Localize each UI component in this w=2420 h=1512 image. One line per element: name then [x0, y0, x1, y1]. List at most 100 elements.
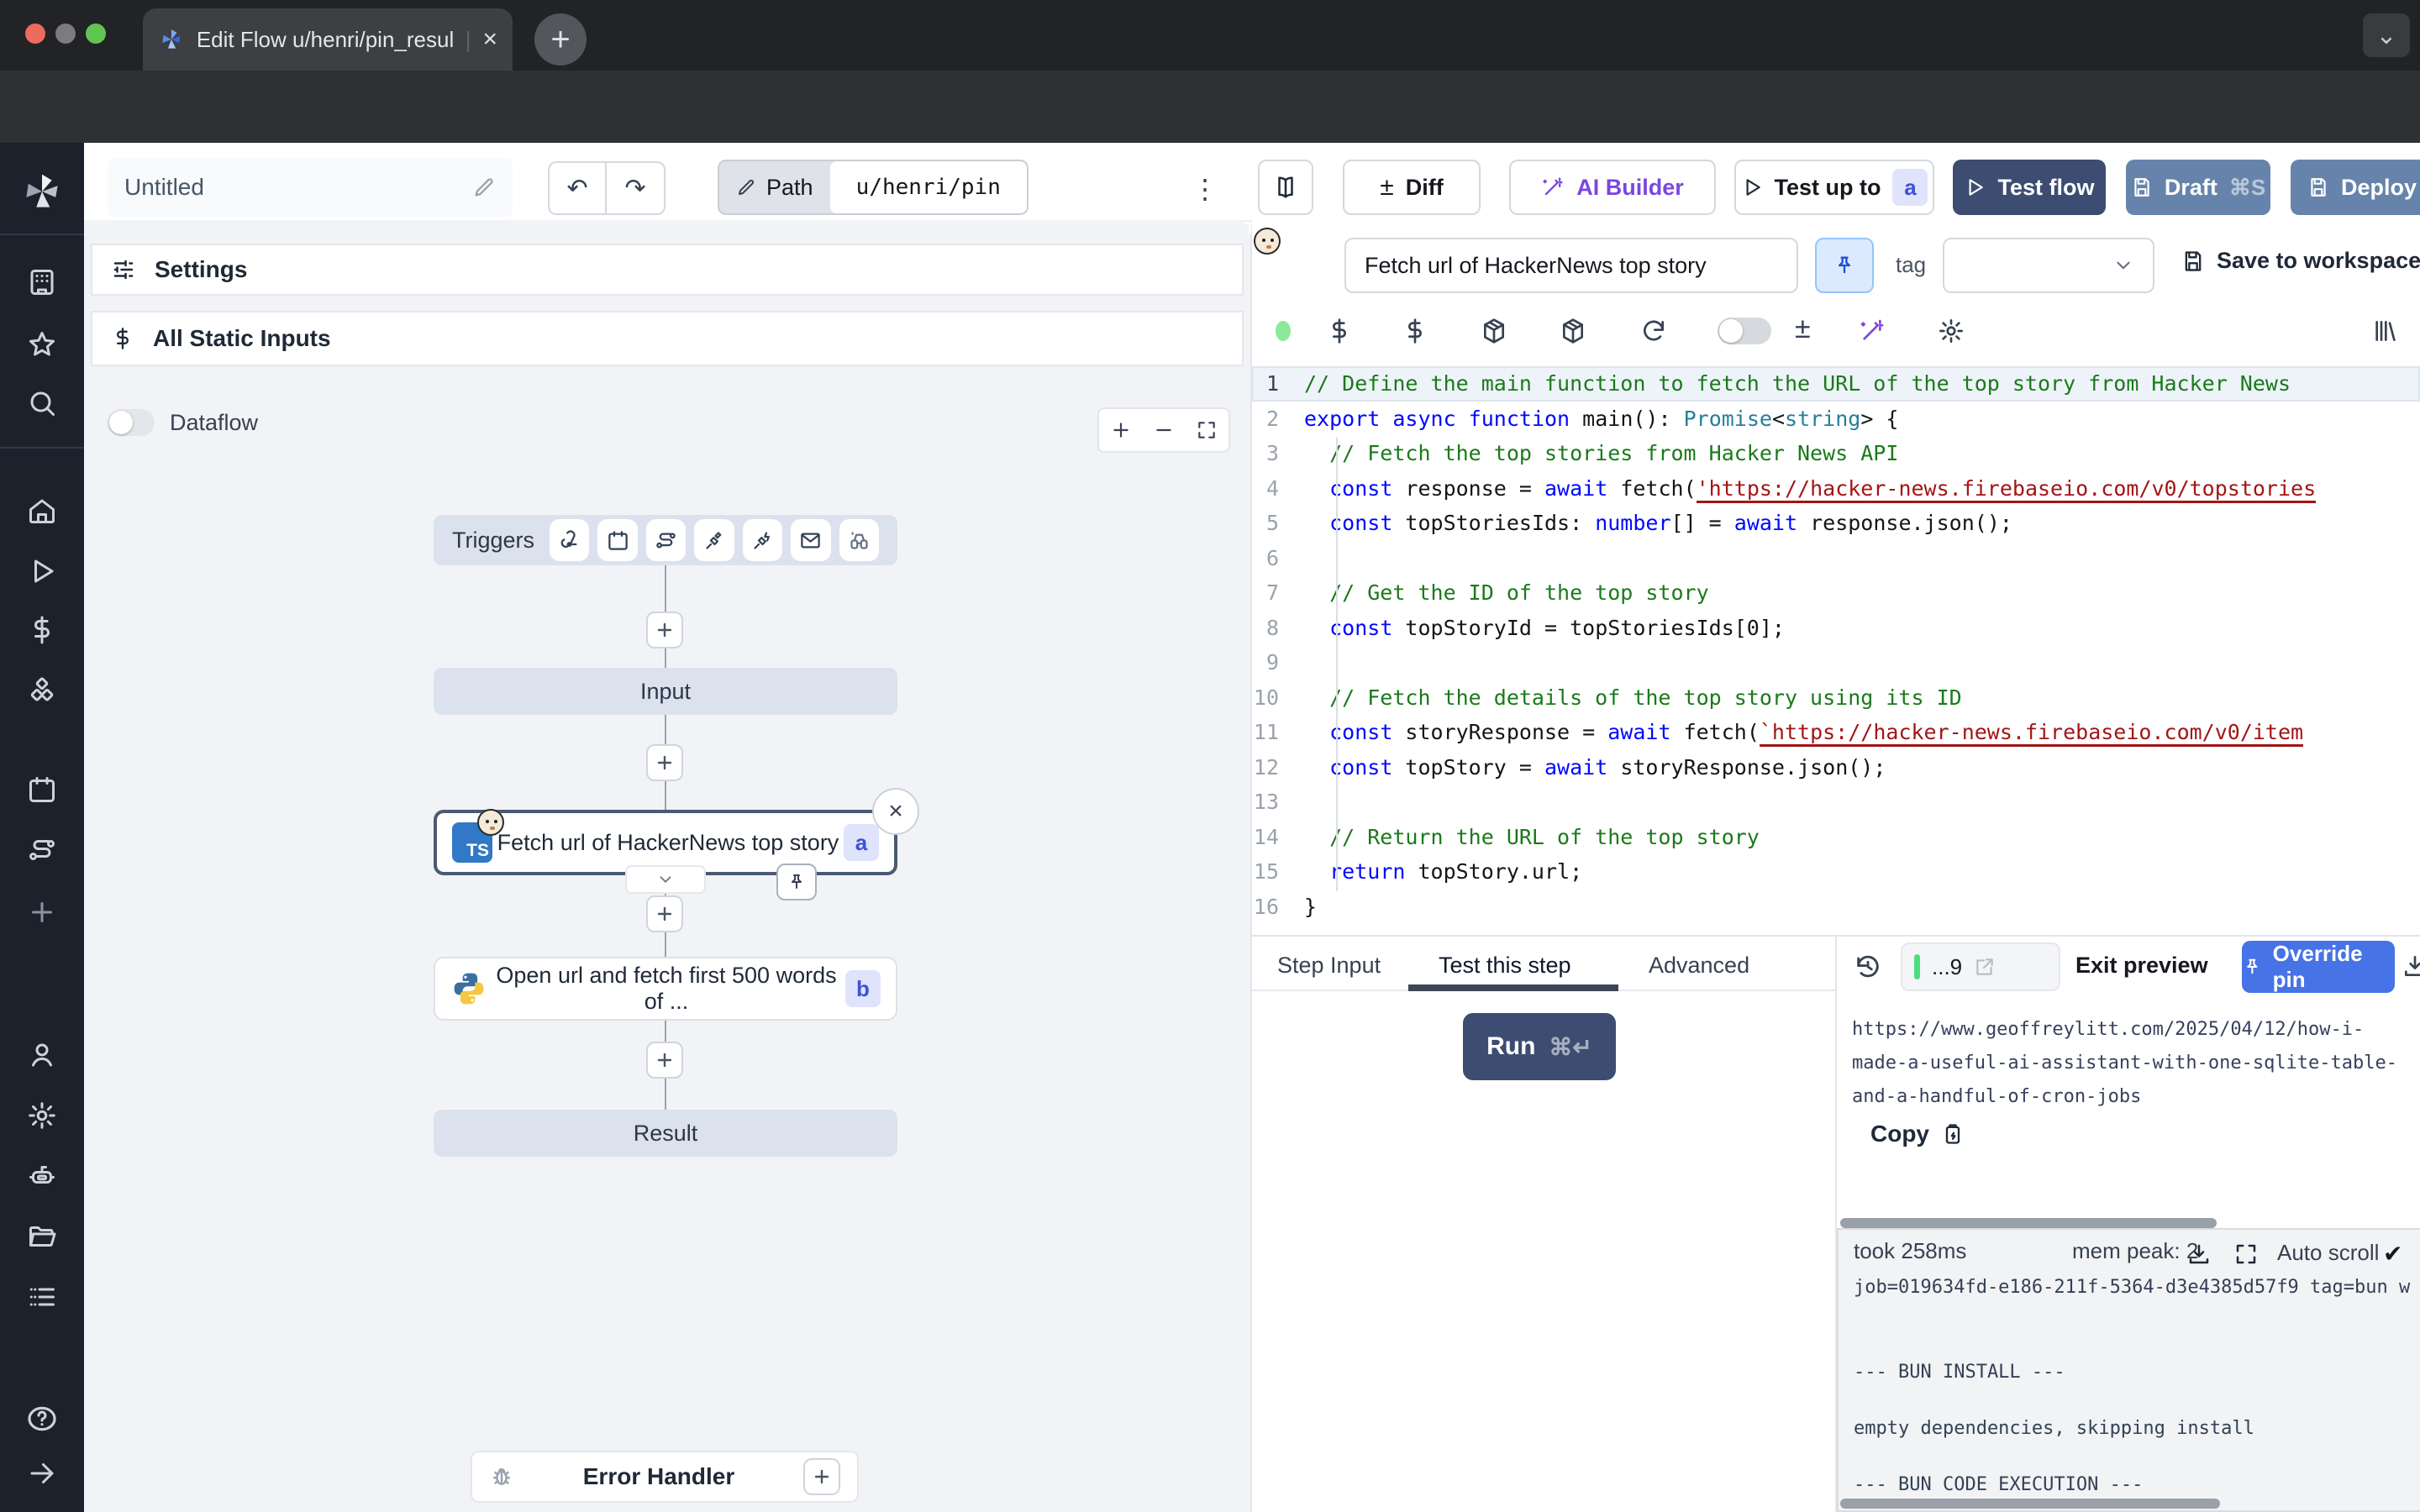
sidebar-item-resources[interactable]: [0, 675, 84, 706]
new-tab-button[interactable]: +: [534, 13, 587, 66]
result-line: made-a-useful-ai-assistant-with-one-sqli…: [1852, 1047, 2407, 1080]
collapse-step-chevron-icon[interactable]: [625, 865, 706, 894]
http-route-trigger-icon[interactable]: [646, 519, 686, 561]
job-result-pill[interactable]: ...9: [1901, 942, 2060, 991]
docs-button[interactable]: [1258, 160, 1313, 215]
copy-result-button[interactable]: Copy: [1870, 1121, 1965, 1147]
sidebar-item-create[interactable]: [0, 897, 84, 927]
save-to-workspace-button[interactable]: Save to workspace: [2181, 248, 2420, 274]
log-hscrollbar-top[interactable]: [1840, 1218, 2217, 1228]
sidebar-item-logs[interactable]: [0, 1282, 84, 1312]
path-label-segment[interactable]: Path: [719, 161, 830, 213]
sidebar-item-variables[interactable]: [0, 615, 84, 645]
tab-step-input[interactable]: Step Input: [1277, 953, 1381, 979]
sidebar-item-settings[interactable]: [0, 1100, 84, 1131]
editor-toggle[interactable]: [1718, 318, 1771, 344]
add-step-button[interactable]: [646, 895, 683, 932]
kafka-trigger-icon[interactable]: [743, 519, 782, 561]
sidebar-item-routes[interactable]: [0, 835, 84, 865]
auto-scroll-label[interactable]: Auto scroll: [2277, 1240, 2379, 1266]
sidebar-item-favorites[interactable]: [0, 329, 84, 360]
check-icon[interactable]: ✔: [2383, 1240, 2402, 1268]
flow-settings-row[interactable]: Settings: [91, 244, 1244, 296]
variables-picker-icon[interactable]: [1326, 318, 1353, 344]
result-node[interactable]: Result: [434, 1110, 897, 1157]
tab-test-this-step[interactable]: Test this step: [1439, 953, 1571, 979]
history-icon[interactable]: [1854, 953, 1882, 981]
path-value-segment[interactable]: u/henri/pin: [830, 161, 1027, 213]
pinned-result-badge[interactable]: [776, 864, 817, 900]
sidebar-item-help[interactable]: [0, 1403, 84, 1435]
websocket-trigger-icon[interactable]: [694, 519, 734, 561]
all-static-inputs-row[interactable]: All Static Inputs: [91, 311, 1244, 366]
editor-settings-icon[interactable]: [1938, 318, 1965, 344]
override-pin-button[interactable]: Override pin: [2242, 941, 2395, 993]
fit-view-icon[interactable]: [1196, 419, 1218, 441]
ai-builder-button[interactable]: AI Builder: [1509, 160, 1716, 215]
reload-code-icon[interactable]: [1640, 318, 1667, 344]
undo-button[interactable]: ↶: [550, 163, 607, 213]
sidebar-item-home[interactable]: [0, 496, 84, 526]
step-summary-input[interactable]: Fetch url of HackerNews top story: [1344, 238, 1798, 293]
library-icon[interactable]: [2371, 318, 2398, 344]
triggers-node[interactable]: Triggers: [434, 515, 897, 565]
dataflow-toggle[interactable]: [108, 409, 155, 436]
more-options-icon[interactable]: ⋮: [1192, 173, 1218, 205]
step-node-b[interactable]: Open url and fetch first 500 words of ..…: [434, 957, 897, 1021]
maximize-window-button[interactable]: [86, 24, 106, 44]
download-logs-icon[interactable]: [2186, 1242, 2212, 1267]
diff-button[interactable]: ± Diff: [1343, 160, 1481, 215]
sidebar-item-runs[interactable]: [0, 556, 84, 586]
download-result-icon[interactable]: [2402, 953, 2420, 979]
play-icon: [1964, 176, 1986, 198]
ai-assist-icon[interactable]: [1859, 318, 1886, 344]
schedule-trigger-icon[interactable]: [597, 519, 637, 561]
add-error-handler-icon[interactable]: [803, 1458, 840, 1495]
external-link-icon[interactable]: [1974, 956, 1996, 978]
diff-code-icon[interactable]: ±: [1795, 312, 1811, 345]
windmill-logo[interactable]: [0, 170, 84, 213]
redo-button[interactable]: ↷: [607, 163, 664, 213]
tag-select[interactable]: [1943, 238, 2154, 293]
tab-advanced[interactable]: Advanced: [1649, 953, 1749, 979]
email-trigger-icon[interactable]: [791, 519, 830, 561]
tab-close-icon[interactable]: ×: [482, 25, 497, 54]
add-step-button[interactable]: [646, 612, 683, 648]
path-control[interactable]: Path u/henri/pin: [718, 160, 1028, 215]
sidebar-item-search[interactable]: [0, 388, 84, 418]
error-handler-node[interactable]: Error Handler: [471, 1451, 859, 1503]
webhook-trigger-icon[interactable]: [550, 519, 589, 561]
resources-picker-icon[interactable]: [1402, 318, 1428, 344]
poll-trigger-icon[interactable]: [839, 519, 879, 561]
zoom-in-icon[interactable]: [1110, 419, 1132, 441]
sidebar-item-workers[interactable]: [0, 1161, 84, 1191]
zoom-out-icon[interactable]: [1153, 419, 1175, 441]
remove-step-icon[interactable]: ×: [872, 788, 919, 835]
run-button[interactable]: Run ⌘↵: [1463, 1013, 1616, 1080]
sidebar-item-folders[interactable]: [0, 1221, 84, 1252]
log-hscrollbar-bottom[interactable]: [1840, 1499, 2220, 1509]
sidebar-item-schedules[interactable]: [0, 774, 84, 805]
deploy-button[interactable]: Deploy: [2291, 160, 2420, 215]
flow-name-field[interactable]: Untitled: [108, 158, 513, 217]
sidebar-item-workspace[interactable]: [0, 267, 84, 297]
minimize-window-button[interactable]: [55, 24, 76, 44]
add-step-button[interactable]: [646, 1042, 683, 1079]
test-flow-button[interactable]: Test flow: [1953, 160, 2106, 215]
exit-preview-button[interactable]: Exit preview: [2075, 953, 2208, 979]
sidebar-expand-icon[interactable]: [0, 1458, 84, 1488]
package-icon[interactable]: [1560, 318, 1586, 344]
tab-search-chevron-icon[interactable]: ⌄: [2363, 13, 2410, 57]
draft-button[interactable]: Draft ⌘S: [2126, 160, 2270, 215]
expand-logs-icon[interactable]: [2233, 1242, 2259, 1267]
browser-tab[interactable]: Edit Flow u/henri/pin_results | ×: [143, 8, 513, 71]
test-up-to-button[interactable]: Test up to a: [1734, 160, 1934, 215]
pin-toggle-button[interactable]: [1815, 238, 1874, 293]
add-step-button[interactable]: [646, 744, 683, 781]
input-node[interactable]: Input: [434, 668, 897, 715]
typescript-icon: TS: [452, 822, 492, 863]
close-window-button[interactable]: [25, 24, 45, 44]
sidebar-item-user[interactable]: [0, 1040, 84, 1070]
package-icon[interactable]: [1481, 318, 1507, 344]
code-editor[interactable]: 1// Define the main function to fetch th…: [1252, 366, 2420, 934]
